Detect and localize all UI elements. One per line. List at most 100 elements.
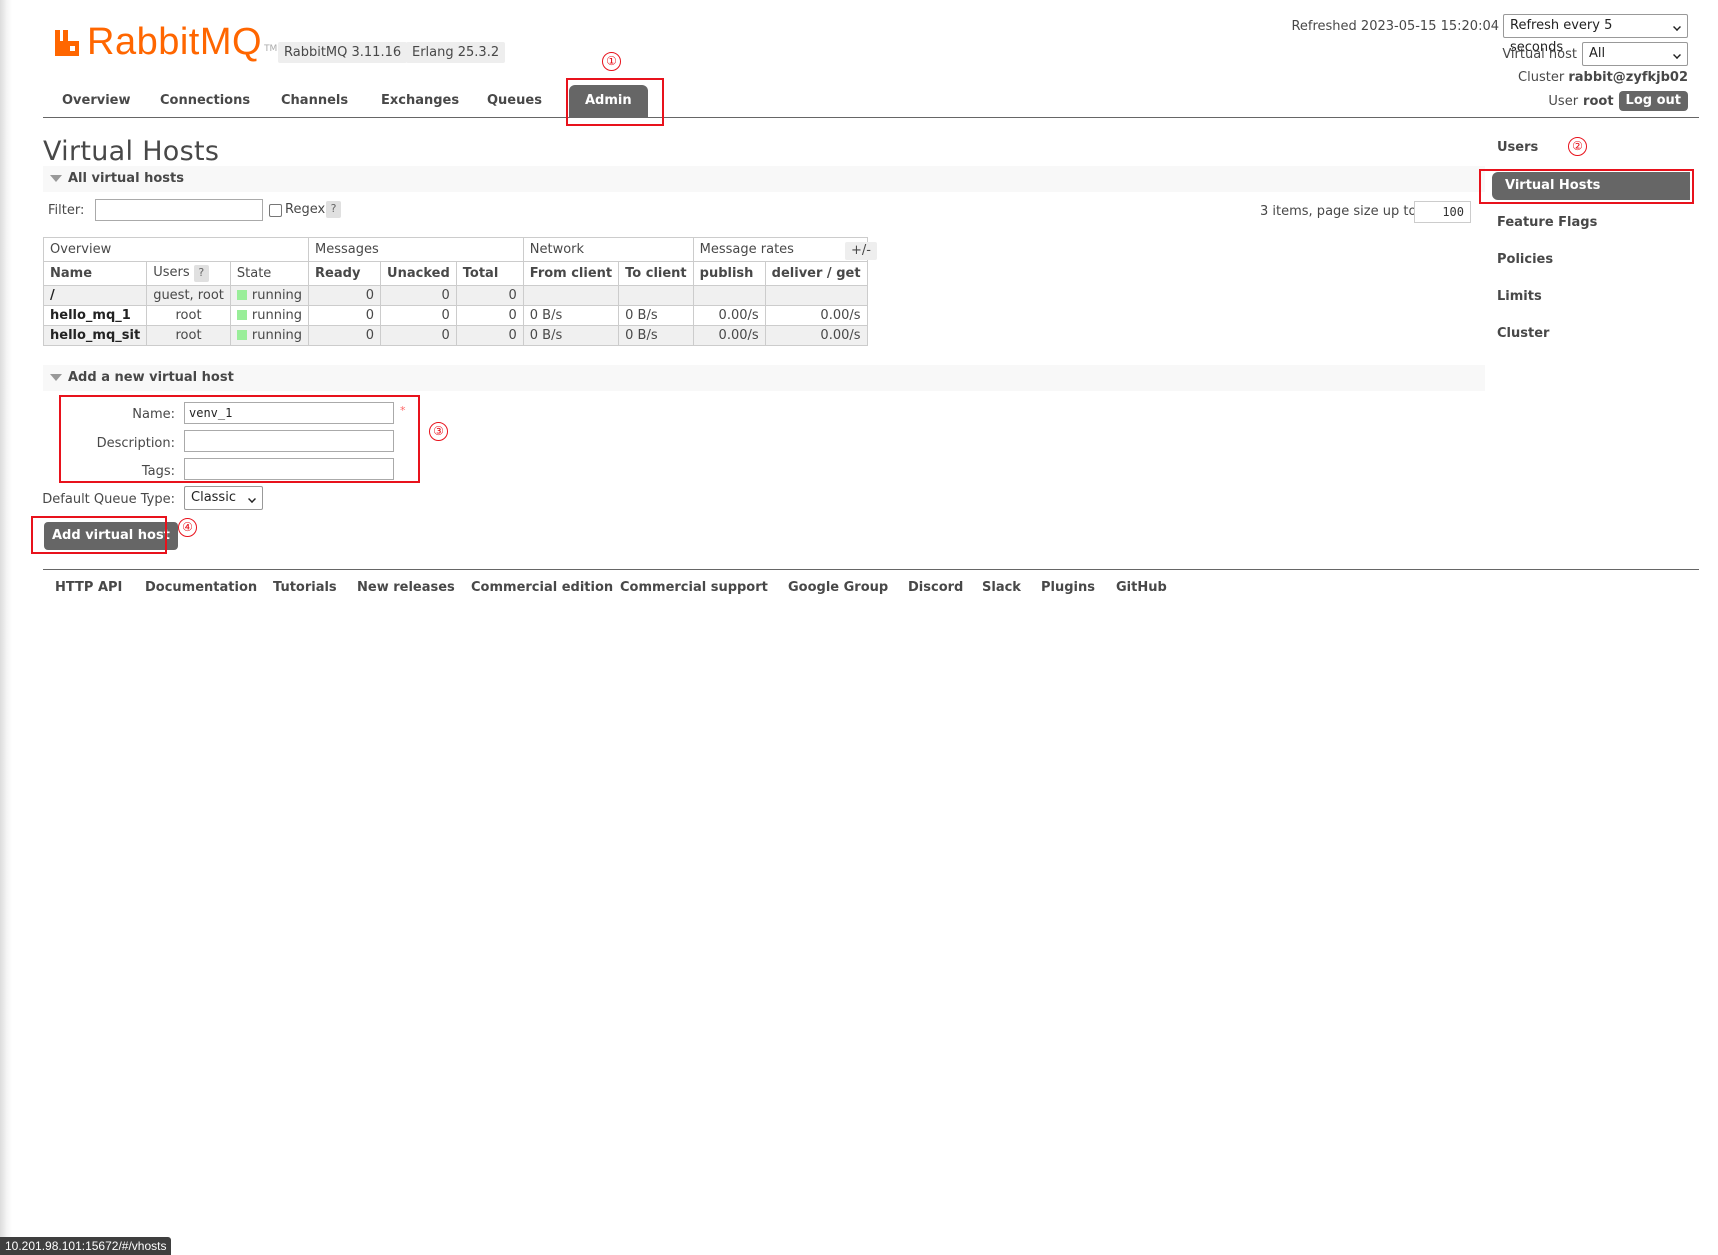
sidebar-item-policies[interactable]: Policies bbox=[1497, 252, 1553, 267]
table-row[interactable]: / guest, root running 0 0 0 bbox=[42, 285, 868, 306]
col-ready[interactable]: Ready bbox=[308, 261, 382, 286]
filter-input[interactable] bbox=[95, 199, 263, 221]
footer-link-http-api[interactable]: HTTP API bbox=[55, 580, 122, 595]
group-overview: Overview bbox=[42, 237, 310, 262]
col-publish[interactable]: publish bbox=[692, 261, 766, 286]
annotation-box-form bbox=[59, 395, 420, 483]
queue-type-label: Default Queue Type: bbox=[42, 492, 175, 507]
table-column-header: Name Users ? State Ready Unacked Total F… bbox=[42, 261, 868, 286]
chevron-down-icon bbox=[1673, 51, 1681, 59]
annotation-number-1: ① bbox=[602, 52, 621, 71]
table-group-header: Overview Messages Network Message rates bbox=[42, 237, 868, 262]
footer-link-commercial-support[interactable]: Commercial support bbox=[620, 580, 768, 595]
chevron-down-icon bbox=[248, 495, 256, 503]
vhost-from-client: 0 B/s bbox=[522, 305, 620, 326]
annotation-box-add-button bbox=[31, 516, 167, 554]
all-vhosts-section-toggle[interactable]: All virtual hosts bbox=[43, 166, 1485, 192]
vhost-ready: 0 bbox=[308, 285, 382, 306]
running-status-icon bbox=[236, 290, 247, 300]
vhost-name-link[interactable]: / bbox=[42, 285, 148, 306]
tab-overview[interactable]: Overview bbox=[46, 83, 147, 118]
logo-text: RabbitMQ bbox=[87, 21, 263, 63]
table-row[interactable]: hello_mq_sit root running 0 0 0 0 B/s 0 … bbox=[42, 325, 868, 346]
col-deliver-get[interactable]: deliver / get bbox=[764, 261, 868, 286]
tab-channels[interactable]: Channels bbox=[265, 83, 364, 118]
vhost-to-client bbox=[618, 285, 694, 306]
vhost-deliver-get: 0.00/s bbox=[764, 325, 868, 346]
col-state[interactable]: State bbox=[229, 261, 310, 286]
queue-type-value: Classic bbox=[191, 490, 236, 505]
footer-links: HTTP API Documentation Tutorials New rel… bbox=[43, 569, 1699, 599]
vhost-to-client: 0 B/s bbox=[618, 325, 694, 346]
users-help-icon[interactable]: ? bbox=[193, 265, 209, 282]
footer-link-documentation[interactable]: Documentation bbox=[145, 580, 257, 595]
annotation-box-virtual-hosts bbox=[1479, 169, 1694, 204]
annotation-box-admin bbox=[566, 78, 664, 126]
window-edge-shadow bbox=[0, 0, 12, 1255]
table-row[interactable]: hello_mq_1 root running 0 0 0 0 B/s 0 B/… bbox=[42, 305, 868, 326]
regex-checkbox[interactable] bbox=[269, 204, 282, 217]
footer-link-commercial-edition[interactable]: Commercial edition bbox=[471, 580, 613, 595]
page-title: Virtual Hosts bbox=[43, 136, 220, 167]
vhost-users: root bbox=[146, 305, 231, 326]
column-toggle-button[interactable]: +/- bbox=[845, 242, 877, 260]
vhost-from-client bbox=[522, 285, 620, 306]
vhost-filter: Virtual host All bbox=[1502, 42, 1688, 66]
rabbitmq-version-badge: RabbitMQ 3.11.16 bbox=[278, 42, 408, 63]
section-title: All virtual hosts bbox=[68, 171, 184, 186]
vhost-name-link[interactable]: hello_mq_sit bbox=[42, 325, 148, 346]
rabbit-logo-icon bbox=[55, 30, 79, 56]
col-total[interactable]: Total bbox=[455, 261, 524, 286]
add-vhost-section-toggle[interactable]: Add a new virtual host bbox=[43, 365, 1485, 391]
col-to-client[interactable]: To client bbox=[618, 261, 694, 286]
footer-link-plugins[interactable]: Plugins bbox=[1041, 580, 1095, 595]
vhost-total: 0 bbox=[455, 285, 524, 306]
footer-link-github[interactable]: GitHub bbox=[1116, 580, 1167, 595]
refresh-status: Refreshed 2023-05-15 15:20:04 Refresh ev… bbox=[1291, 14, 1688, 55]
tab-connections[interactable]: Connections bbox=[144, 83, 266, 118]
queue-type-select[interactable]: Classic bbox=[184, 486, 263, 510]
footer-link-new-releases[interactable]: New releases bbox=[357, 580, 455, 595]
regex-help-icon[interactable]: ? bbox=[326, 201, 341, 218]
col-name[interactable]: Name bbox=[42, 261, 148, 286]
vhost-label: Virtual host bbox=[1502, 46, 1577, 62]
vhost-users: root bbox=[146, 325, 231, 346]
vhost-name-link[interactable]: hello_mq_1 bbox=[42, 305, 148, 326]
footer-link-slack[interactable]: Slack bbox=[982, 580, 1021, 595]
sidebar-item-users[interactable]: Users bbox=[1497, 140, 1538, 155]
page-size-input[interactable]: 100 bbox=[1414, 201, 1471, 223]
vhost-publish bbox=[692, 285, 766, 306]
col-from-client[interactable]: From client bbox=[522, 261, 620, 286]
footer-link-tutorials[interactable]: Tutorials bbox=[273, 580, 337, 595]
vhost-publish: 0.00/s bbox=[692, 305, 766, 326]
vhost-state: running bbox=[229, 285, 310, 306]
tab-queues[interactable]: Queues bbox=[471, 83, 558, 118]
collapse-triangle-icon bbox=[50, 374, 62, 381]
group-messages: Messages bbox=[308, 237, 524, 262]
vhost-ready: 0 bbox=[308, 305, 382, 326]
refresh-interval-select[interactable]: Refresh every 5 seconds bbox=[1503, 14, 1688, 55]
sidebar-item-feature-flags[interactable]: Feature Flags bbox=[1497, 215, 1597, 230]
vhost-total: 0 bbox=[455, 325, 524, 346]
browser-status-url: 10.201.98.101:15672/#/vhosts bbox=[0, 1237, 172, 1255]
main-tabs: Overview Connections Channels Exchanges … bbox=[43, 83, 1699, 118]
annotation-number-4: ④ bbox=[178, 518, 197, 537]
sidebar-item-limits[interactable]: Limits bbox=[1497, 289, 1542, 304]
footer-link-google-group[interactable]: Google Group bbox=[788, 580, 888, 595]
vhost-unacked: 0 bbox=[380, 285, 457, 306]
vhost-to-client: 0 B/s bbox=[618, 305, 694, 326]
chevron-down-icon bbox=[1673, 23, 1681, 31]
col-users-label: Users bbox=[153, 265, 190, 280]
col-unacked[interactable]: Unacked bbox=[380, 261, 457, 286]
vhost-select[interactable]: All bbox=[1582, 42, 1688, 66]
tab-exchanges[interactable]: Exchanges bbox=[365, 83, 475, 118]
erlang-version-badge: Erlang 25.3.2 bbox=[406, 42, 506, 63]
group-network: Network bbox=[522, 237, 694, 262]
sidebar-item-cluster[interactable]: Cluster bbox=[1497, 326, 1549, 341]
vhost-unacked: 0 bbox=[380, 325, 457, 346]
col-users[interactable]: Users ? bbox=[146, 261, 231, 286]
rabbitmq-logo[interactable]: RabbitMQ TM bbox=[53, 22, 277, 62]
section-title: Add a new virtual host bbox=[68, 370, 234, 385]
vhost-state: running bbox=[229, 305, 310, 326]
footer-link-discord[interactable]: Discord bbox=[908, 580, 963, 595]
